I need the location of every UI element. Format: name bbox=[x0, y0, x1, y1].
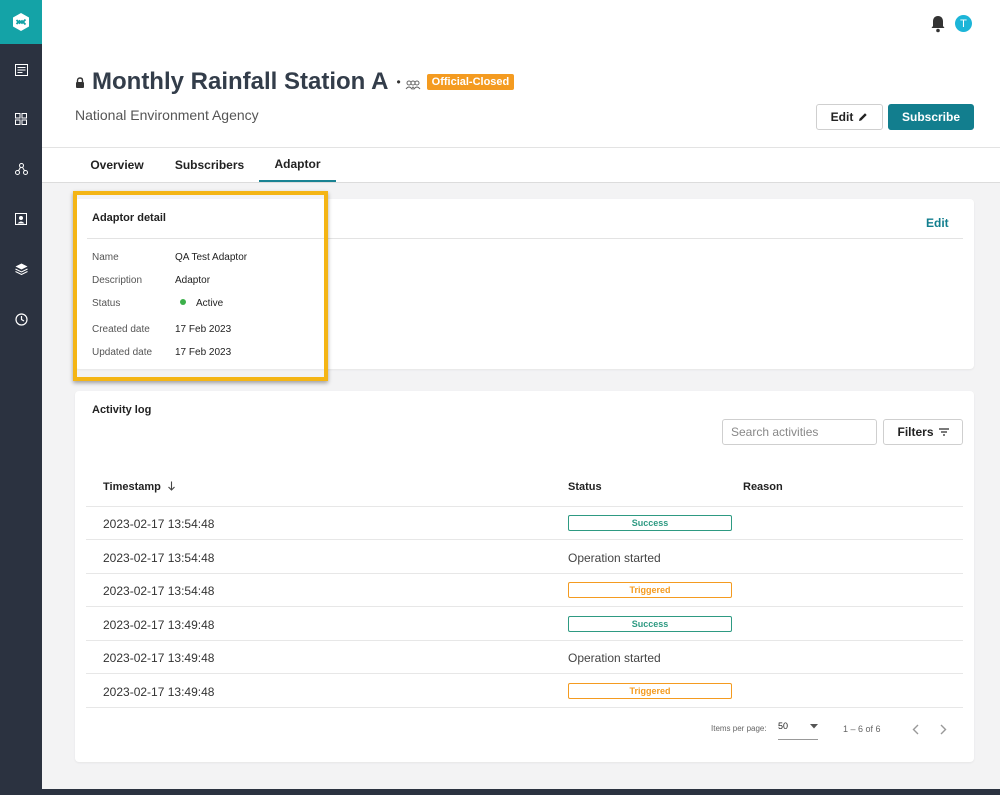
page-title: Monthly Rainfall Station A bbox=[92, 68, 389, 95]
table-row: 2023-02-17 13:49:48 Operation started bbox=[86, 641, 963, 674]
row-timestamp: 2023-02-17 13:54:48 bbox=[103, 517, 215, 531]
status-pill-triggered: Triggered bbox=[568, 683, 732, 699]
status-pill-success: Success bbox=[568, 616, 732, 632]
next-page-button[interactable] bbox=[934, 720, 952, 738]
avatar[interactable]: T bbox=[955, 15, 972, 32]
edit-button-label: Edit bbox=[830, 110, 854, 124]
lock-icon bbox=[75, 76, 85, 88]
row-status-text: Operation started bbox=[568, 651, 661, 665]
row-timestamp: 2023-02-17 13:49:48 bbox=[103, 685, 215, 699]
filters-label: Filters bbox=[897, 425, 934, 439]
activity-log-title: Activity log bbox=[92, 404, 152, 416]
timestamp-header-label: Timestamp bbox=[103, 481, 161, 493]
table-row: 2023-02-17 13:54:48 Success bbox=[86, 507, 963, 540]
table-header-row bbox=[86, 473, 963, 507]
sidebar bbox=[0, 0, 42, 795]
table-row: 2023-02-17 13:54:48 Operation started bbox=[86, 541, 963, 574]
dropdown-arrow-icon bbox=[810, 724, 818, 729]
group-icon bbox=[405, 77, 421, 91]
notification-bell-icon[interactable] bbox=[930, 15, 946, 33]
agency-name: National Environment Agency bbox=[75, 107, 259, 123]
previous-page-button[interactable] bbox=[906, 720, 924, 738]
table-row: 2023-02-17 13:49:48 Triggered bbox=[86, 675, 963, 708]
row-timestamp: 2023-02-17 13:54:48 bbox=[103, 584, 215, 598]
tab-overview[interactable]: Overview bbox=[79, 148, 155, 182]
adaptor-edit-link[interactable]: Edit bbox=[926, 216, 949, 230]
sort-arrow-down-icon bbox=[168, 481, 175, 491]
chevron-left-icon bbox=[912, 724, 918, 734]
status-badge: Official-Closed bbox=[426, 74, 515, 90]
filter-icon bbox=[938, 428, 949, 436]
pagination-range: 1 – 6 of 6 bbox=[843, 724, 881, 734]
column-header-status: Status bbox=[568, 481, 602, 493]
catalog-icon[interactable] bbox=[13, 62, 29, 78]
row-timestamp: 2023-02-17 13:49:48 bbox=[103, 618, 215, 632]
search-activities-input[interactable] bbox=[722, 419, 877, 445]
title-separator: • bbox=[396, 75, 401, 89]
contacts-icon[interactable] bbox=[13, 211, 29, 227]
tab-subscribers[interactable]: Subscribers bbox=[164, 148, 255, 182]
edit-button[interactable]: Edit bbox=[816, 104, 883, 130]
logo-icon bbox=[13, 13, 29, 31]
page-header: T Monthly Rainfall Station A • Official-… bbox=[42, 0, 1000, 183]
items-per-page-label: Items per page: bbox=[711, 724, 767, 733]
items-per-page-value: 50 bbox=[778, 721, 789, 731]
row-timestamp: 2023-02-17 13:49:48 bbox=[103, 651, 215, 665]
table-row: 2023-02-17 13:54:48 Triggered bbox=[86, 574, 963, 607]
column-header-reason: Reason bbox=[743, 481, 783, 493]
title-row: Monthly Rainfall Station A • Official-Cl… bbox=[75, 68, 515, 96]
app-logo[interactable] bbox=[0, 0, 42, 44]
tabs-divider bbox=[42, 182, 1000, 183]
table-row: 2023-02-17 13:49:48 Success bbox=[86, 608, 963, 641]
status-pill-success: Success bbox=[568, 515, 732, 531]
chevron-right-icon bbox=[940, 724, 946, 734]
layers-icon[interactable] bbox=[13, 261, 29, 277]
row-timestamp: 2023-02-17 13:54:48 bbox=[103, 551, 215, 565]
status-pill-triggered: Triggered bbox=[568, 582, 732, 598]
subscribe-button[interactable]: Subscribe bbox=[888, 104, 974, 130]
highlight-box bbox=[73, 191, 328, 381]
dashboard-grid-icon[interactable] bbox=[13, 111, 29, 127]
filters-button[interactable]: Filters bbox=[883, 419, 963, 445]
pencil-icon bbox=[859, 113, 868, 121]
column-header-timestamp[interactable]: Timestamp bbox=[103, 481, 176, 493]
row-status-text: Operation started bbox=[568, 551, 661, 565]
footer-bar bbox=[0, 789, 1000, 795]
tab-adaptor[interactable]: Adaptor bbox=[259, 148, 336, 182]
network-icon[interactable] bbox=[13, 161, 29, 177]
history-clock-icon[interactable] bbox=[13, 311, 29, 327]
items-per-page-select[interactable]: 50 bbox=[778, 718, 818, 740]
